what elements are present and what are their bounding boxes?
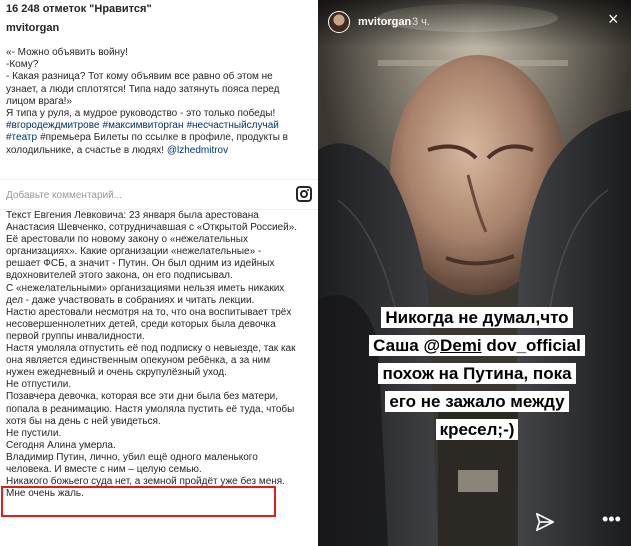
comment-line: дел - даже участвовать в собраниях и чит…	[6, 294, 255, 306]
caption-line: холодильнике, а счастье в людях! @lzhedm…	[6, 145, 314, 157]
comment-line: первой группы инвалидности.	[6, 330, 145, 342]
post-panel: 16 248 отметок "Нравится" mvitorgan «- М…	[0, 0, 318, 546]
caption-line: «- Можно объявить войну!	[6, 47, 128, 58]
send-icon[interactable]	[534, 511, 556, 533]
story-caption: Никогда не думал,что Саша @Demi dov_offi…	[346, 304, 608, 444]
comment-text: Текст Евгения Левковича: 23 января была …	[6, 210, 314, 500]
story-caption-line: Никогда не думал,что	[346, 304, 608, 332]
comment-line: вдохновителей этого закона, он его подпи…	[6, 270, 233, 282]
hashtag-link[interactable]: #вгородеждмитрове	[6, 120, 100, 131]
comment-line: Позавчера девочка, которая все эти дни б…	[6, 391, 279, 403]
comment-line: Её арестовали по новому закону о «нежела…	[6, 234, 248, 246]
comment-line: нужен ежедневный и очень скрупулёзный ух…	[6, 367, 227, 379]
comment-line: попала в реанимацию. Настя умоляла пусти…	[6, 403, 295, 415]
story-timestamp: 3 ч.	[412, 16, 430, 28]
caption-line: -Кому?	[6, 59, 39, 71]
story-caption-line: его не зажало между	[346, 388, 608, 416]
comment-line: Анастасия Шевченко, сотрудничавшая с «От…	[6, 222, 298, 234]
caption-line: Я типа у руля, а мудрое руководство - эт…	[6, 108, 276, 120]
comment-line: решает ФСБ, а значит - Путин. Он был одн…	[6, 258, 275, 270]
post-username[interactable]: mvitorgan	[6, 22, 59, 34]
comment-bar	[0, 180, 318, 210]
close-icon[interactable]: ×	[608, 10, 619, 28]
story-panel[interactable]: mvitorgan 3 ч. × Никогда не думал,что Са…	[318, 0, 631, 546]
comment-line: Настя умоляла отпустить её под подписку …	[6, 343, 296, 355]
comment-line: С «нежелательными» организациями нельзя …	[6, 282, 285, 294]
comment-line: человека. И вместе с ним – целую семью.	[6, 463, 202, 475]
story-username[interactable]: mvitorgan	[358, 16, 411, 28]
caption-text: Саша @	[373, 336, 441, 355]
instagram-icon[interactable]	[296, 186, 312, 202]
likes-count[interactable]: 16 248 отметок "Нравится"	[6, 3, 152, 15]
caption-text: холодильнике, а счастье в людях!	[6, 144, 165, 156]
story-caption-line: похож на Путина, пока	[346, 360, 608, 388]
caption-line: узнает, а люди сплотятся! Типа надо затя…	[6, 83, 280, 95]
post-caption: «- Можно объявить войну! -Кому? - Какая …	[6, 47, 314, 157]
caption-text: #премьера Билеты по ссылке в профиле, пр…	[40, 132, 288, 144]
caption-line: - Какая разница? Тот кому объявим все ра…	[6, 71, 273, 83]
comment-input[interactable]	[6, 186, 276, 204]
caption-line: лицом врага!»	[6, 95, 73, 107]
comment-line: Текст Евгения Левковича: 23 января была …	[6, 210, 259, 221]
hashtag-link[interactable]: #театр	[6, 132, 37, 143]
comment-line: она является единственным опекуном ребён…	[6, 355, 271, 367]
highlight-box	[1, 486, 276, 517]
hashtag-link[interactable]: #максимвиторган	[103, 120, 184, 131]
story-caption-line: кресел;-)	[346, 416, 608, 444]
comment-line: Настю арестовали несмотря на то, что она…	[6, 306, 292, 318]
comment-line: Сегодня Алина умерла.	[6, 439, 116, 451]
comment-line: хотя бы на день с ней увидеться.	[6, 415, 161, 427]
avatar[interactable]	[328, 11, 350, 33]
story-photo	[318, 0, 631, 546]
comment-line: Не пустили.	[6, 427, 62, 439]
mention-link[interactable]: Demi	[440, 336, 482, 355]
caption-line: #театр #премьера Билеты по ссылке в профи…	[6, 132, 314, 144]
mention-link[interactable]: @lzhedmitrov	[167, 145, 228, 156]
comment-line: Владимир Путин, лично, убил ещё одного м…	[6, 451, 258, 463]
more-options-icon[interactable]: •••	[602, 510, 621, 528]
story-caption-line: Саша @Demi dov_official	[346, 332, 608, 360]
comment-line: Не отпустили.	[6, 379, 72, 391]
caption-text: dov_official	[481, 336, 581, 355]
hashtag-row: #вгородеждмитрове #максимвиторган #несчаст…	[6, 120, 314, 132]
comment-line: несовершеннолетних детей, среди которых …	[6, 318, 276, 330]
hashtag-link[interactable]: #несчастныйслучай	[186, 120, 278, 131]
comment-line: организациях». Какие организации «нежела…	[6, 246, 262, 258]
